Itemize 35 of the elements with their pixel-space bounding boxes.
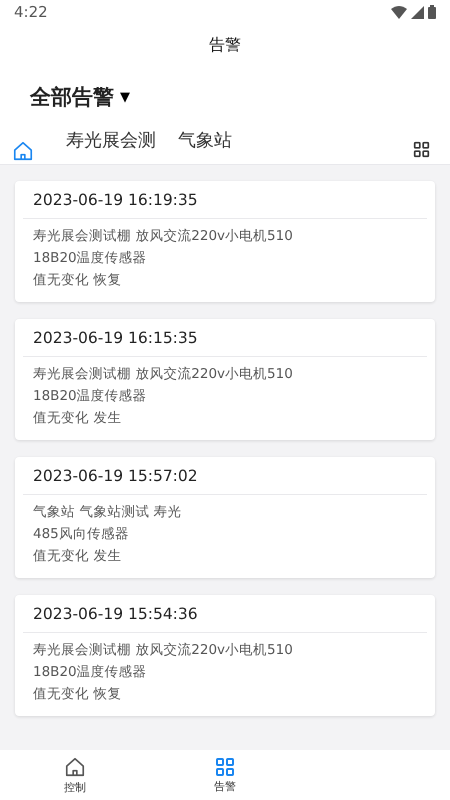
nav-tab[interactable]: 控制 bbox=[0, 750, 150, 800]
wifi-icon bbox=[391, 6, 407, 18]
alarm-detail: 寿光展会测试棚 放风交流220v小电机510 bbox=[33, 365, 294, 384]
alarm-detail: 18B20温度传感器 bbox=[33, 387, 148, 406]
alarm-detail: 寿光展会测试棚 放风交流220v小电机510 bbox=[33, 227, 294, 246]
alarm-card[interactable]: 2023-06-19 15:54:36 寿光展会测试棚 放风交流220v小电机510 18B20温度传感器 值无变化 恢复 bbox=[15, 595, 435, 716]
tab[interactable]: 气象站 bbox=[156, 128, 232, 164]
status-time: 4:22 bbox=[14, 3, 48, 21]
battery-icon bbox=[428, 5, 436, 19]
alarm-card[interactable]: 2023-06-19 15:57:02 气象站 气象站测试 寿光 485风向传感器 值无变化 发生 bbox=[15, 457, 435, 578]
signal-icon bbox=[411, 6, 424, 18]
nav-tab[interactable]: 告警 bbox=[150, 750, 300, 800]
tab[interactable]: 寿光展会测 bbox=[44, 128, 156, 164]
alarm-detail: 485风向传感器 bbox=[33, 525, 130, 544]
alarm-detail: 值无变化 恢复 bbox=[33, 685, 122, 704]
alarm-time: 2023-06-19 16:15:35 bbox=[23, 319, 427, 357]
grid-icon bbox=[413, 141, 430, 158]
alarm-detail: 值无变化 恢复 bbox=[33, 271, 122, 290]
alarm-detail: 气象站 气象站测试 寿光 bbox=[33, 503, 183, 522]
page-title: 告警 bbox=[209, 34, 241, 56]
home-icon bbox=[64, 756, 86, 778]
alarm-card[interactable]: 2023-06-19 16:19:35 寿光展会测试棚 放风交流220v小电机510 18B20温度传感器 值无变化 恢复 bbox=[15, 181, 435, 302]
grid-icon bbox=[215, 756, 235, 776]
home-icon bbox=[12, 140, 34, 162]
alarm-detail: 寿光展会测试棚 放风交流220v小电机510 bbox=[33, 641, 294, 660]
alarm-time: 2023-06-19 16:19:35 bbox=[23, 181, 427, 219]
alarm-detail: 18B20温度传感器 bbox=[33, 249, 148, 268]
caret-icon: ▼ bbox=[120, 90, 130, 104]
alarm-detail: 值无变化 发生 bbox=[33, 547, 122, 566]
alarm-detail: 18B20温度传感器 bbox=[33, 663, 148, 682]
alarm-time: 2023-06-19 15:54:36 bbox=[23, 595, 427, 633]
filter-dropdown[interactable]: 全部告警 ▼ bbox=[30, 83, 130, 111]
alarm-card[interactable]: 2023-06-19 16:15:35 寿光展会测试棚 放风交流220v小电机510 18B20温度传感器 值无变化 发生 bbox=[15, 319, 435, 440]
alarm-time: 2023-06-19 15:57:02 bbox=[23, 457, 427, 495]
alarm-detail: 值无变化 发生 bbox=[33, 409, 122, 428]
